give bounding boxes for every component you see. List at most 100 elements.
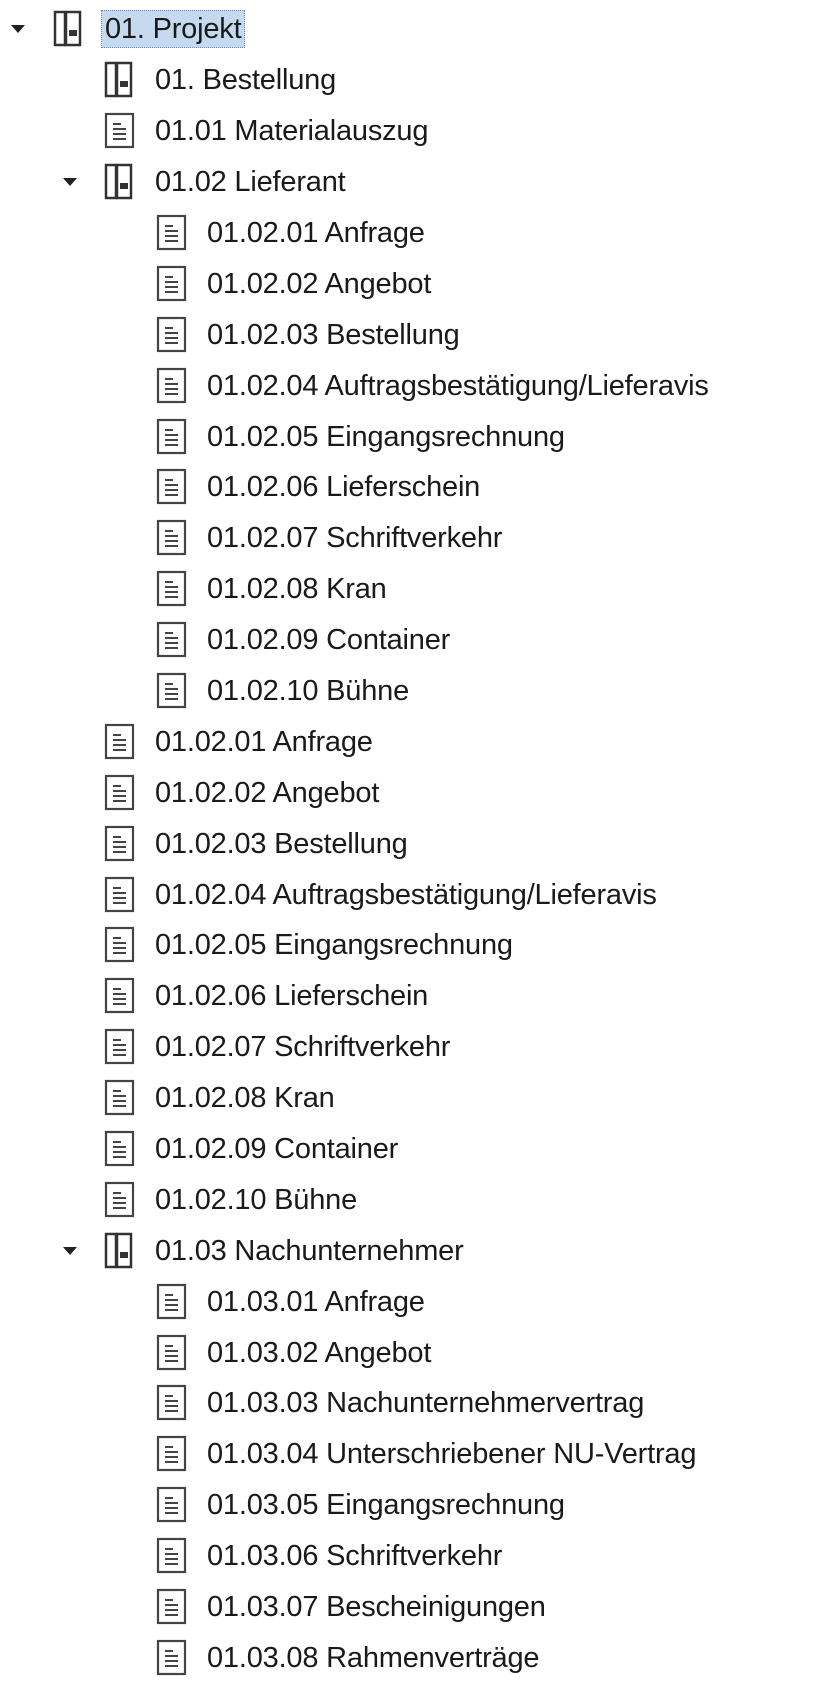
- tree-node-document[interactable]: 01.03.05 Eingangsrechnung: [0, 1480, 836, 1531]
- tree-node-label[interactable]: 01.02.01 Anfrage: [152, 724, 376, 760]
- document-icon: [156, 418, 188, 456]
- binder-icon: [104, 1232, 134, 1270]
- tree-node-document[interactable]: 01.02.07 Schriftverkehr: [0, 513, 836, 564]
- tree-node-label[interactable]: 01.02.07 Schriftverkehr: [152, 1029, 453, 1065]
- document-icon: [104, 112, 136, 150]
- tree-node-document[interactable]: 01.03.06 Schriftverkehr: [0, 1531, 836, 1582]
- tree-node-label[interactable]: 01.02.10 Bühne: [152, 1182, 360, 1218]
- document-icon: [156, 265, 188, 303]
- tree-node-document[interactable]: 01.02.09 Container: [0, 1124, 836, 1175]
- document-icon: [104, 723, 136, 761]
- tree-node-document[interactable]: 01.03.04 Unterschriebener NU-Vertrag: [0, 1429, 836, 1480]
- tree-node-document[interactable]: 01.02.04 Auftragsbestätigung/Lieferavis: [0, 360, 836, 411]
- tree-node-label[interactable]: 01.02.05 Eingangsrechnung: [152, 927, 516, 963]
- tree-node-label[interactable]: 01.02.06 Lieferschein: [152, 978, 431, 1014]
- document-icon: [104, 977, 136, 1015]
- tree-node-document[interactable]: 01.03.02 Angebot: [0, 1327, 836, 1378]
- tree-node-document[interactable]: 01.02.05 Eingangsrechnung: [0, 411, 836, 462]
- document-icon: [156, 316, 188, 354]
- tree-node-lieferant[interactable]: 01.02 Lieferant: [0, 157, 836, 208]
- tree-node-document[interactable]: 01.02.04 Auftragsbestätigung/Lieferavis: [0, 869, 836, 920]
- document-icon: [104, 1130, 136, 1168]
- tree-node-label[interactable]: 01. Projekt: [101, 10, 245, 48]
- tree-node-label[interactable]: 01.02 Lieferant: [152, 164, 349, 200]
- tree-node-label[interactable]: 01.02.02 Angebot: [152, 775, 382, 811]
- tree-node-label[interactable]: 01.02.10 Bühne: [204, 673, 412, 709]
- tree-node-document[interactable]: 01.03.08 Rahmenverträge: [0, 1633, 836, 1683]
- tree-node-document[interactable]: 01.02.05 Eingangsrechnung: [0, 920, 836, 971]
- document-icon: [104, 1028, 136, 1066]
- tree-node-label[interactable]: 01.02.07 Schriftverkehr: [204, 520, 505, 556]
- tree-node-document[interactable]: 01.02.03 Bestellung: [0, 309, 836, 360]
- document-icon: [156, 1639, 188, 1677]
- tree-node-label[interactable]: 01. Bestellung: [152, 62, 339, 98]
- tree-node-label[interactable]: 01.03.01 Anfrage: [204, 1284, 428, 1320]
- binder-icon: [104, 163, 134, 201]
- tree-node-label[interactable]: 01.01 Materialauszug: [152, 113, 431, 149]
- tree-node-label[interactable]: 01.02.03 Bestellung: [204, 317, 463, 353]
- tree-node-document[interactable]: 01.02.06 Lieferschein: [0, 462, 836, 513]
- document-icon: [156, 214, 188, 252]
- tree-node-document[interactable]: 01.02.01 Anfrage: [0, 716, 836, 767]
- binder-icon: [104, 61, 134, 99]
- tree-node-bestellung[interactable]: 01. Bestellung: [0, 55, 836, 106]
- tree-node-document[interactable]: 01.03.03 Nachunternehmervertrag: [0, 1378, 836, 1429]
- document-icon: [156, 468, 188, 506]
- document-icon: [156, 570, 188, 608]
- tree-node-label[interactable]: 01.03.08 Rahmenverträge: [204, 1640, 542, 1676]
- tree-node-label[interactable]: 01.03.07 Bescheinigungen: [204, 1589, 549, 1625]
- tree-node-label[interactable]: 01.02.04 Auftragsbestätigung/Lieferavis: [152, 877, 660, 913]
- tree-node-document[interactable]: 01.02.06 Lieferschein: [0, 971, 836, 1022]
- expand-arrow-icon[interactable]: [58, 157, 82, 208]
- tree-node-document[interactable]: 01.02.02 Angebot: [0, 258, 836, 309]
- tree-node-nachunternehmer[interactable]: 01.03 Nachunternehmer: [0, 1225, 836, 1276]
- tree-node-label[interactable]: 01.03.05 Eingangsrechnung: [204, 1487, 568, 1523]
- tree-node-document[interactable]: 01.02.08 Kran: [0, 564, 836, 615]
- binder-icon: [53, 10, 83, 48]
- document-icon: [104, 876, 136, 914]
- expand-arrow-icon[interactable]: [6, 4, 30, 55]
- tree-node-label[interactable]: 01.02.01 Anfrage: [204, 215, 428, 251]
- tree-node-label[interactable]: 01.02.09 Container: [204, 622, 453, 658]
- tree-node-label[interactable]: 01.02.06 Lieferschein: [204, 469, 483, 505]
- tree-node-projekt[interactable]: 01. Projekt: [0, 4, 836, 55]
- tree-node-document[interactable]: 01.03.01 Anfrage: [0, 1276, 836, 1327]
- tree-node-document[interactable]: 01.02.08 Kran: [0, 1073, 836, 1124]
- document-icon: [156, 1283, 188, 1321]
- document-icon: [156, 1435, 188, 1473]
- tree-node-label[interactable]: 01.02.08 Kran: [152, 1080, 338, 1116]
- tree-node-label[interactable]: 01.02.08 Kran: [204, 571, 390, 607]
- tree-node-label[interactable]: 01.03 Nachunternehmer: [152, 1233, 467, 1269]
- expand-arrow-icon[interactable]: [58, 1225, 82, 1276]
- tree-node-label[interactable]: 01.02.09 Container: [152, 1131, 401, 1167]
- tree-node-label[interactable]: 01.02.05 Eingangsrechnung: [204, 419, 568, 455]
- document-icon: [156, 672, 188, 710]
- tree-node-document[interactable]: 01.02.07 Schriftverkehr: [0, 1022, 836, 1073]
- tree-node-label[interactable]: 01.03.02 Angebot: [204, 1335, 434, 1371]
- tree-node-document[interactable]: 01.02.03 Bestellung: [0, 818, 836, 869]
- folder-tree: 01. Projekt 01. Bestellung 01.01 Materia…: [0, 4, 836, 1683]
- tree-node-label[interactable]: 01.03.03 Nachunternehmervertrag: [204, 1385, 647, 1421]
- tree-node-label[interactable]: 01.03.04 Unterschriebener NU-Vertrag: [204, 1436, 699, 1472]
- document-icon: [156, 1384, 188, 1422]
- tree-node-document[interactable]: 01.02.02 Angebot: [0, 767, 836, 818]
- tree-node-label[interactable]: 01.02.04 Auftragsbestätigung/Lieferavis: [204, 368, 712, 404]
- tree-node-document[interactable]: 01.02.01 Anfrage: [0, 208, 836, 259]
- tree-node-document[interactable]: 01.02.10 Bühne: [0, 666, 836, 717]
- tree-node-label[interactable]: 01.02.02 Angebot: [204, 266, 434, 302]
- tree-node-document[interactable]: 01.02.09 Container: [0, 615, 836, 666]
- document-icon: [156, 367, 188, 405]
- tree-node-label[interactable]: 01.03.06 Schriftverkehr: [204, 1538, 505, 1574]
- document-icon: [104, 825, 136, 863]
- document-icon: [156, 1588, 188, 1626]
- tree-node-materialauszug[interactable]: 01.01 Materialauszug: [0, 106, 836, 157]
- tree-node-label[interactable]: 01.02.03 Bestellung: [152, 826, 411, 862]
- document-icon: [104, 1079, 136, 1117]
- document-icon: [156, 1537, 188, 1575]
- tree-node-document[interactable]: 01.03.07 Bescheinigungen: [0, 1582, 836, 1633]
- document-icon: [156, 621, 188, 659]
- document-icon: [156, 1334, 188, 1372]
- document-icon: [104, 774, 136, 812]
- tree-node-document[interactable]: 01.02.10 Bühne: [0, 1174, 836, 1225]
- document-icon: [104, 926, 136, 964]
